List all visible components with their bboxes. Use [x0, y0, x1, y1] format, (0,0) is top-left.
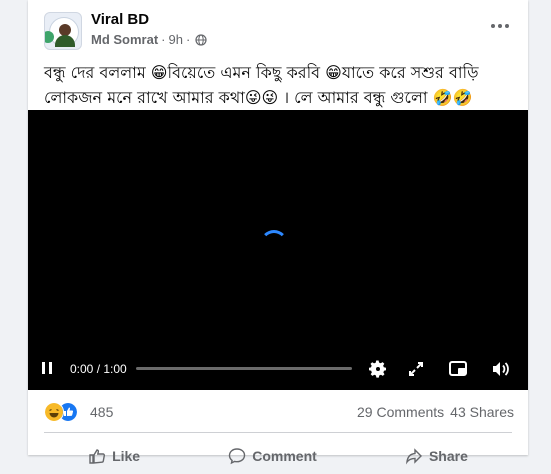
reactions-summary: 485 29 Comments 43 Shares [44, 398, 514, 428]
volume-icon[interactable] [490, 359, 510, 379]
divider [44, 432, 512, 433]
like-label: Like [112, 448, 141, 464]
post-time[interactable]: 9h [169, 32, 183, 47]
like-button[interactable]: Like [88, 438, 140, 474]
avatar-frame [49, 17, 79, 47]
video-player[interactable]: 0:00 / 1:00 [28, 110, 528, 390]
share-icon [406, 448, 422, 465]
share-button[interactable]: Share [405, 438, 468, 474]
post-meta: Md Somrat · 9h · [91, 32, 207, 47]
meta-separator: · [161, 32, 166, 47]
more-dot [491, 24, 495, 28]
post-actions: Like Comment Share [44, 438, 512, 474]
more-dot [498, 24, 502, 28]
expand-icon[interactable] [406, 359, 426, 379]
comments-count[interactable]: 29 Comments [357, 404, 444, 420]
reactions-count[interactable]: 485 [90, 404, 113, 420]
globe-icon [195, 33, 207, 46]
comment-label: Comment [252, 448, 317, 464]
post-card: Viral BD Md Somrat · 9h · বন্ধু দের বললা… [28, 0, 528, 465]
meta-separator-2: · [185, 32, 191, 47]
avatar-body [55, 35, 75, 47]
pause-bar [49, 362, 52, 374]
picture-in-picture-icon[interactable] [448, 359, 468, 379]
pause-bar [42, 362, 45, 374]
more-options-button[interactable] [486, 16, 514, 36]
gear-icon[interactable] [368, 359, 388, 379]
reaction-icons[interactable] [44, 402, 84, 422]
share-label: Share [428, 448, 468, 464]
haha-reaction-icon [44, 402, 64, 422]
video-time: 0:00 / 1:00 [70, 362, 127, 376]
caption-line-1: বন্ধু দের বললাম 😁বিয়েতে এমন কিছু করবি 😁… [44, 63, 479, 82]
caption-line-2: লোকজন মনে রাখে আমার কথা😜😜 । লে আমার বন্ধ… [44, 88, 473, 107]
pause-button[interactable] [40, 361, 54, 375]
comments-shares: 29 Comments 43 Shares [357, 404, 514, 420]
author-name[interactable]: Md Somrat [91, 32, 158, 47]
comment-button[interactable]: Comment [228, 438, 317, 474]
more-dot [505, 24, 509, 28]
thumbs-up-icon [89, 449, 106, 464]
post-caption: বন্ধু দের বললাম 😁বিয়েতে এমন কিছু করবি 😁… [44, 60, 512, 110]
video-progress-bar[interactable] [136, 367, 352, 370]
post-header: Viral BD Md Somrat · 9h · [44, 11, 514, 52]
comment-icon [229, 448, 246, 465]
video-controls: 0:00 / 1:00 [28, 354, 528, 384]
page-name[interactable]: Viral BD [91, 11, 149, 28]
shares-count[interactable]: 43 Shares [450, 404, 514, 420]
loading-spinner [260, 230, 288, 258]
page-avatar[interactable] [44, 12, 82, 50]
